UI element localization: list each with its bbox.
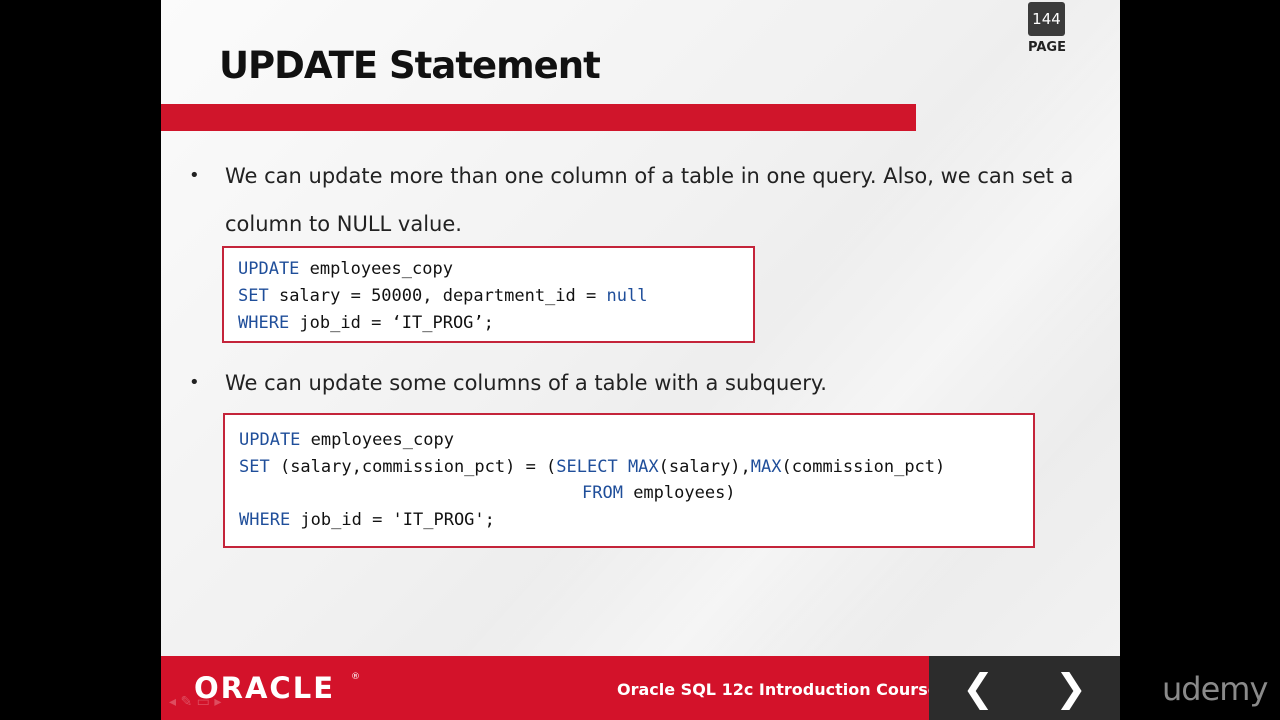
code-line: WHERE job_id = ‘IT_PROG’;	[238, 313, 494, 333]
code-block-1: UPDATE employees_copy SET salary = 50000…	[222, 246, 755, 343]
code-block-2: UPDATE employees_copy SET (salary,commis…	[223, 413, 1035, 548]
code-line: SET salary = 50000, department_id = null	[238, 286, 648, 306]
page-label: PAGE	[1028, 40, 1066, 55]
footer-bar: ◂ ✎ ▭ ▸ ORACLE ® Oracle SQL 12c Introduc…	[161, 656, 1120, 720]
nav-panel: ❮ ❯	[929, 656, 1120, 720]
bullet-text: We can update some columns of a table wi…	[225, 371, 827, 395]
oracle-logo: ORACLE	[194, 671, 335, 705]
udemy-watermark: udemy	[1162, 670, 1268, 708]
previous-slide-button[interactable]: ❮	[956, 666, 1000, 710]
page-number-badge: 144	[1028, 2, 1065, 36]
slide: 144 PAGE UPDATE Statement • We can updat…	[161, 0, 1120, 720]
code-line: SET (salary,commission_pct) = (SELECT MA…	[239, 457, 946, 477]
course-title: Oracle SQL 12c Introduction Course	[617, 680, 939, 699]
page-number: 144	[1032, 10, 1061, 28]
chevron-right-icon: ❯	[1055, 666, 1087, 710]
next-slide-button[interactable]: ❯	[1049, 666, 1093, 710]
title-accent-bar	[161, 104, 916, 131]
code-line: FROM employees)	[582, 483, 736, 503]
code-line: UPDATE employees_copy	[239, 430, 454, 450]
code-line: UPDATE employees_copy	[238, 259, 453, 279]
bullet-text: We can update more than one column of a …	[225, 164, 1074, 236]
chevron-left-icon: ❮	[962, 666, 994, 710]
code-line: WHERE job_id = 'IT_PROG';	[239, 510, 495, 530]
registered-mark: ®	[351, 672, 360, 682]
slide-title: UPDATE Statement	[219, 44, 601, 87]
bullet-dot-icon: •	[189, 165, 200, 186]
bullet-dot-icon: •	[189, 372, 200, 393]
